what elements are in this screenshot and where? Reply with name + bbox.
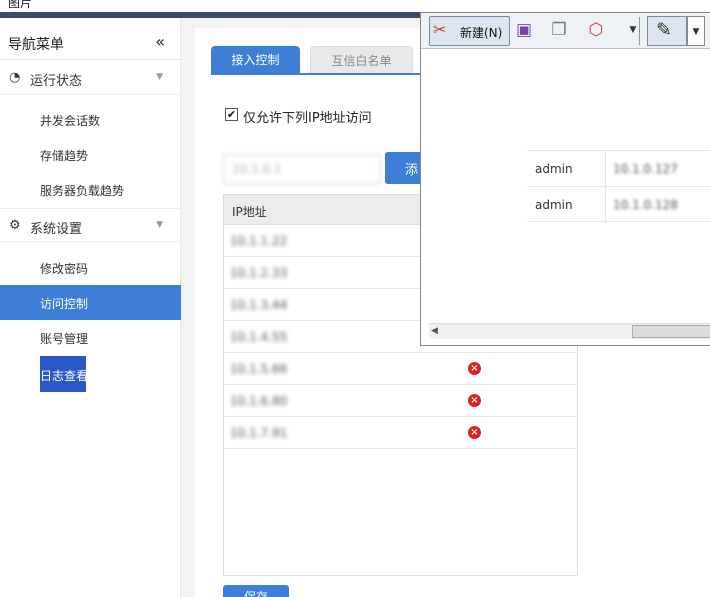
snipping-tool-window: ✂ 新建(N) ▣ ❐ ⬡ ▼ ✎ ▼ admin 10.1.0.127 adm… bbox=[420, 12, 710, 346]
new-snip-button[interactable]: ✂ 新建(N) bbox=[429, 16, 510, 46]
window-title: 图片 bbox=[8, 0, 33, 10]
delete-icon[interactable]: × bbox=[468, 426, 481, 439]
sidebar-item-server-load[interactable]: 服务器负载趋势 bbox=[0, 172, 181, 207]
table-row: 10.1.6.80 × bbox=[224, 385, 577, 417]
sidebar-item-label: 服务器负载趋势 bbox=[40, 184, 125, 198]
copy-icon[interactable]: ❐ bbox=[548, 19, 570, 41]
delete-icon[interactable]: × bbox=[468, 362, 481, 375]
cell-divider bbox=[605, 151, 606, 187]
sidebar-header: 导航菜单 « bbox=[0, 24, 181, 60]
sidebar-group-status[interactable]: ◔ 运行状态 ▼ bbox=[0, 61, 181, 95]
sidebar-group-label: 运行状态 bbox=[30, 74, 83, 89]
ip-cell: 10.1.3.44 bbox=[230, 298, 288, 312]
save-button[interactable]: 保存 bbox=[223, 585, 289, 597]
user-row: admin 10.1.0.128 bbox=[527, 186, 710, 223]
scrollbar-thumb[interactable] bbox=[632, 325, 710, 338]
eraser-icon[interactable]: ⬡ bbox=[585, 19, 607, 41]
sidebar-item-access-control[interactable]: 访问控制 bbox=[0, 285, 181, 320]
sidebar-item-accounts[interactable]: 账号管理 bbox=[0, 320, 181, 355]
table-row: 10.1.5.66 × bbox=[224, 353, 577, 385]
column-header-ip: IP地址 bbox=[232, 205, 267, 219]
sidebar: 导航菜单 « ◔ 运行状态 ▼ 并发会话数 存储趋势 服务器负载趋势 ⚙ 系统设… bbox=[0, 18, 181, 597]
sidebar-item-label: 账号管理 bbox=[40, 332, 89, 346]
ip-cell: 10.1.2.33 bbox=[230, 266, 288, 280]
ip-cell: 10.1.4.55 bbox=[230, 330, 288, 344]
sidebar-item-storage[interactable]: 存储趋势 bbox=[0, 137, 181, 172]
sidebar-item-label: 并发会话数 bbox=[40, 114, 101, 128]
horizontal-scrollbar[interactable]: ◀ bbox=[429, 323, 710, 339]
pen-options-dropdown[interactable]: ▼ bbox=[687, 16, 705, 46]
chevron-down-icon: ▼ bbox=[156, 72, 163, 82]
delete-icon[interactable]: × bbox=[468, 394, 481, 407]
pen-icon: ✎ bbox=[656, 19, 672, 41]
ip-cell: 10.1.7.91 bbox=[230, 426, 288, 440]
sidebar-title: 导航菜单 bbox=[8, 37, 64, 53]
ip-cell: 10.1.1.22 bbox=[230, 234, 288, 248]
user-name: admin bbox=[535, 162, 573, 176]
collapse-sidebar-icon[interactable]: « bbox=[155, 32, 165, 51]
sidebar-item-label: 修改密码 bbox=[40, 262, 89, 276]
gauge-icon: ◔ bbox=[9, 70, 21, 85]
ip-cell: 10.1.5.66 bbox=[230, 362, 288, 376]
user-ip: 10.1.0.127 bbox=[613, 162, 678, 176]
scroll-left-icon[interactable]: ◀ bbox=[431, 326, 438, 336]
checkbox-label: 仅允许下列IP地址访问 bbox=[243, 111, 372, 126]
sidebar-item-label: 日志查看 bbox=[40, 369, 89, 383]
gear-icon: ⚙ bbox=[9, 218, 21, 233]
tab-access-control[interactable]: 接入控制 bbox=[211, 46, 300, 74]
sidebar-item-label: 访问控制 bbox=[40, 297, 89, 311]
new-snip-label: 新建(N) bbox=[460, 26, 503, 40]
toolbar-divider bbox=[639, 17, 640, 45]
table-row: 10.1.7.91 × bbox=[224, 417, 577, 449]
pen-button[interactable]: ✎ bbox=[647, 16, 687, 46]
ip-cell: 10.1.6.80 bbox=[230, 394, 288, 408]
chevron-down-icon[interactable]: ▼ bbox=[622, 19, 644, 41]
tab-whitelist[interactable]: 互信白名单 bbox=[310, 46, 413, 74]
sidebar-item-change-password[interactable]: 修改密码 bbox=[0, 250, 181, 285]
user-ip: 10.1.0.128 bbox=[613, 198, 678, 212]
user-row: admin 10.1.0.127 bbox=[527, 150, 710, 187]
sidebar-group-label: 系统设置 bbox=[30, 222, 83, 237]
user-name: admin bbox=[535, 198, 573, 212]
cell-divider bbox=[605, 187, 606, 223]
ip-input[interactable] bbox=[223, 154, 381, 184]
sidebar-item-label: 存储趋势 bbox=[40, 149, 89, 163]
save-icon[interactable]: ▣ bbox=[513, 19, 535, 41]
scissors-icon: ✂ bbox=[433, 20, 447, 39]
chevron-down-icon: ▼ bbox=[156, 220, 163, 230]
sidebar-group-settings[interactable]: ⚙ 系统设置 ▼ bbox=[0, 208, 181, 242]
sidebar-item-logs[interactable]: 日志查看 bbox=[40, 356, 89, 392]
sidebar-item-sessions[interactable]: 并发会话数 bbox=[0, 102, 181, 137]
allow-listed-ip-checkbox[interactable]: ✔ bbox=[225, 108, 238, 121]
snipping-toolbar: ✂ 新建(N) ▣ ❐ ⬡ ▼ ✎ ▼ bbox=[421, 13, 710, 49]
